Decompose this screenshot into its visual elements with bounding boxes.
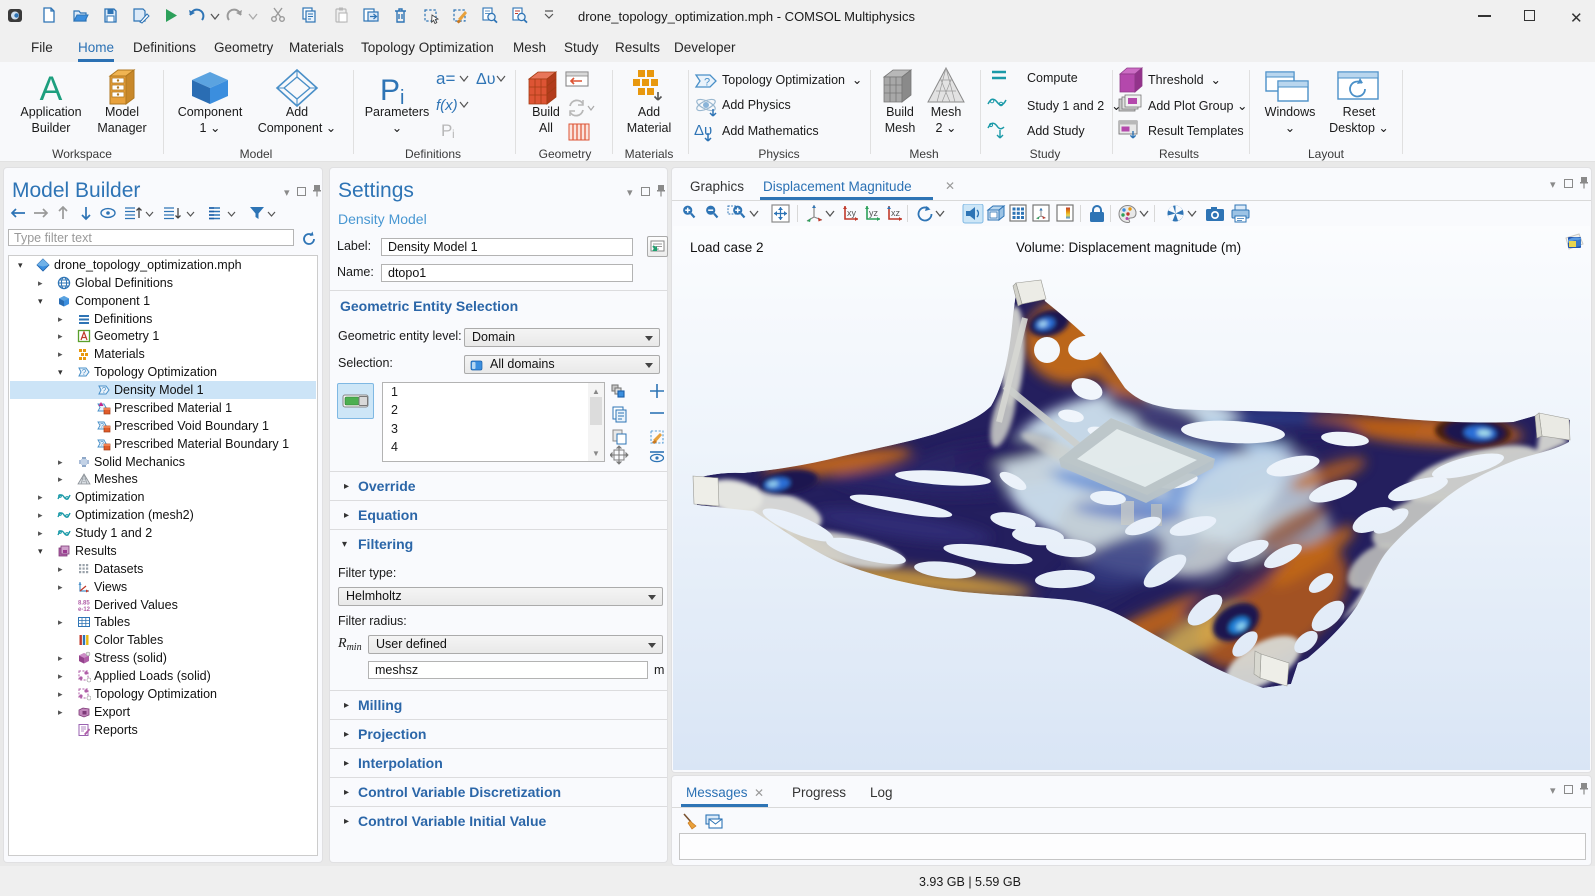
svg-text:f(x): f(x) bbox=[436, 97, 458, 114]
svg-text:?: ? bbox=[100, 423, 104, 430]
svg-text:a=: a= bbox=[436, 69, 455, 88]
svg-text:P: P bbox=[441, 121, 452, 140]
svg-text:?: ? bbox=[102, 386, 107, 395]
svg-text:i: i bbox=[400, 87, 404, 109]
svg-text:?: ? bbox=[82, 368, 87, 377]
svg-text:A: A bbox=[40, 70, 63, 108]
svg-text:xz: xz bbox=[891, 208, 901, 218]
svg-text:?: ? bbox=[704, 77, 710, 89]
svg-text:Δυ: Δυ bbox=[476, 71, 495, 88]
svg-text:yz: yz bbox=[869, 208, 879, 218]
svg-text:i: i bbox=[452, 127, 455, 141]
svg-text:xy: xy bbox=[847, 208, 857, 218]
svg-text:e-12: e-12 bbox=[78, 607, 91, 612]
svg-text:P: P bbox=[380, 74, 400, 107]
svg-text:8.85: 8.85 bbox=[78, 601, 90, 607]
svg-text:Δυ: Δυ bbox=[694, 122, 712, 139]
svg-text:?: ? bbox=[100, 441, 104, 448]
